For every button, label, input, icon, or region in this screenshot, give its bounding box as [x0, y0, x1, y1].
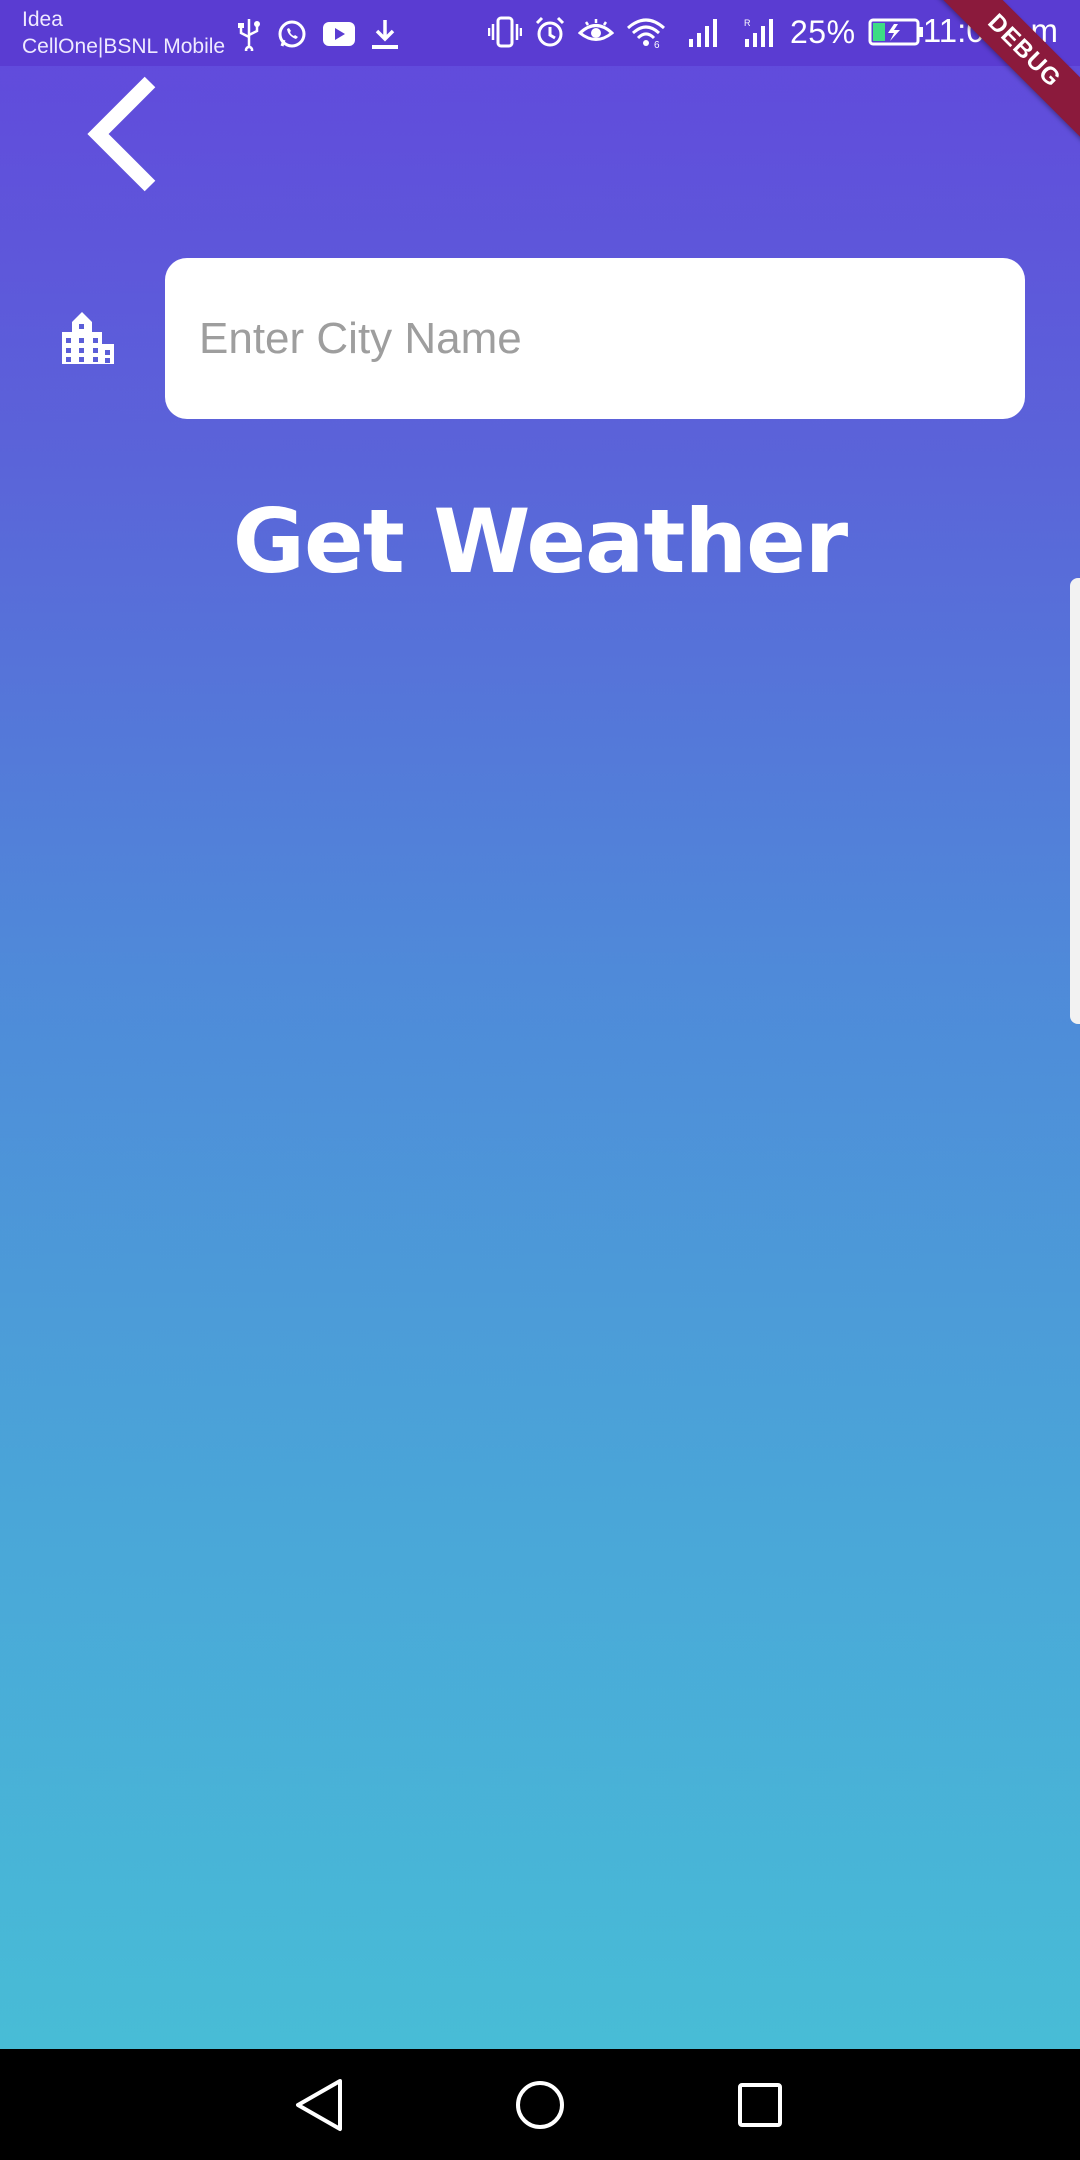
circle-home-icon: [516, 2081, 564, 2129]
location-city-icon: [60, 310, 116, 366]
triangle-back-icon: [296, 2079, 342, 2131]
nav-back-button[interactable]: [288, 2073, 352, 2137]
carrier-primary: Idea: [22, 8, 63, 31]
svg-text:R: R: [744, 18, 751, 28]
signal-icon: [688, 17, 722, 47]
navigation-bar: [0, 2049, 1080, 2160]
city-name-input[interactable]: [165, 258, 1025, 419]
battery-percent: 25%: [790, 13, 856, 50]
youtube-icon: [322, 21, 356, 47]
svg-text:6: 6: [654, 40, 660, 48]
back-button[interactable]: [80, 72, 180, 202]
get-weather-button[interactable]: Get Weather: [0, 490, 1080, 593]
download-icon: [370, 18, 400, 50]
nav-recents-button[interactable]: [728, 2073, 792, 2137]
square-recents-icon: [738, 2083, 782, 2127]
vibrate-icon: [488, 16, 522, 48]
eye-comfort-icon: [578, 18, 614, 46]
status-bar: Idea CellOne|BSNL Mobile 6 R 25%: [0, 0, 1080, 66]
nav-home-button[interactable]: [508, 2073, 572, 2137]
usb-icon: [236, 17, 262, 51]
wifi-icon: 6: [626, 16, 666, 48]
battery-charging-icon: [868, 18, 924, 46]
notification-icons: [236, 14, 400, 54]
edge-scroll-handle[interactable]: [1070, 578, 1080, 1024]
carrier-info: Idea CellOne|BSNL Mobile: [22, 6, 225, 60]
arrow-back-icon: [87, 76, 156, 192]
alarm-icon: [534, 16, 566, 48]
system-icons: 6 R 25%: [488, 12, 924, 52]
signal-r-icon: R: [744, 17, 778, 47]
whatsapp-icon: [276, 18, 308, 50]
carrier-secondary: CellOne|BSNL Mobile: [22, 35, 226, 58]
